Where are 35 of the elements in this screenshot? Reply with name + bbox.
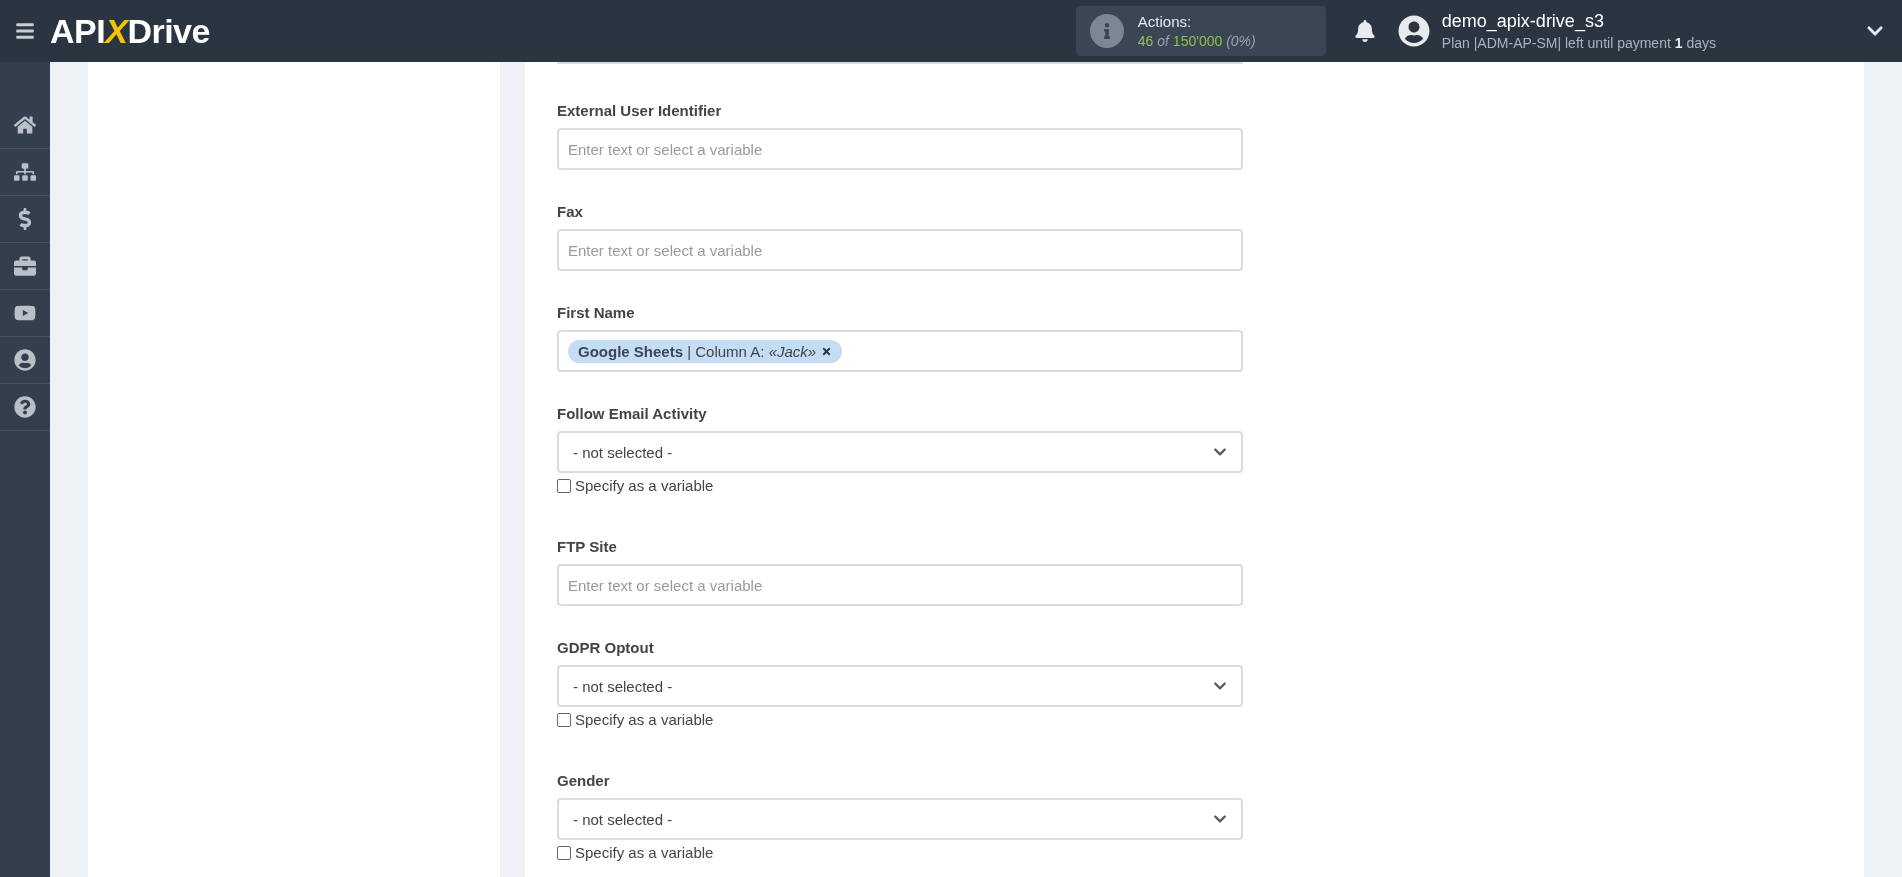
input-field[interactable]: Enter text or select a variable: [557, 229, 1243, 271]
user-name: demo_apix-drive_s3: [1441, 11, 1605, 32]
sitemap-icon: [14, 161, 36, 183]
checkbox-label[interactable]: Specify as a variable: [575, 844, 714, 861]
checkbox[interactable]: [557, 478, 571, 493]
remove-icon[interactable]: [821, 345, 833, 357]
checkbox[interactable]: [557, 845, 571, 860]
select-dropdown[interactable]: - not selected -: [557, 431, 1243, 473]
field-label: Fax: [557, 203, 584, 220]
user-icon: [14, 349, 36, 371]
input-field[interactable]: Enter text or select a variable: [557, 564, 1243, 606]
field-label: Gender: [557, 772, 611, 789]
field-label: GDPR Optout: [557, 639, 655, 656]
home-icon: [14, 114, 36, 136]
logo[interactable]: APIXDrive: [50, 11, 210, 51]
field-label: External User Identifier: [557, 102, 723, 119]
actions-label: Actions:: [1137, 13, 1193, 30]
actions-count: 46 of 150'000 (0%): [1137, 33, 1256, 49]
field-label: Follow Email Activity: [557, 405, 708, 422]
briefcase-icon: [14, 255, 36, 277]
checkbox[interactable]: [557, 712, 571, 727]
bell-icon[interactable]: [1353, 20, 1376, 42]
field-label: FTP Site: [557, 538, 618, 555]
field-label: First Name: [557, 304, 636, 321]
select-dropdown[interactable]: - not selected -: [557, 665, 1243, 707]
info-icon: [1089, 14, 1124, 48]
checkbox-label[interactable]: Specify as a variable: [575, 477, 714, 494]
plan-info: Plan |ADM-AP-SM| left until payment 1 days: [1441, 35, 1716, 51]
help-icon: [14, 396, 36, 418]
avatar-icon[interactable]: [1397, 15, 1430, 47]
select-dropdown[interactable]: - not selected -: [557, 798, 1243, 840]
input-field[interactable]: Enter text or select a variable: [557, 128, 1243, 170]
checkbox-label[interactable]: Specify as a variable: [575, 711, 714, 728]
variable-chip[interactable]: Google Sheets | Column A: «Jack»: [568, 339, 843, 363]
tag-input-field[interactable]: Google Sheets | Column A: «Jack»: [557, 330, 1243, 372]
